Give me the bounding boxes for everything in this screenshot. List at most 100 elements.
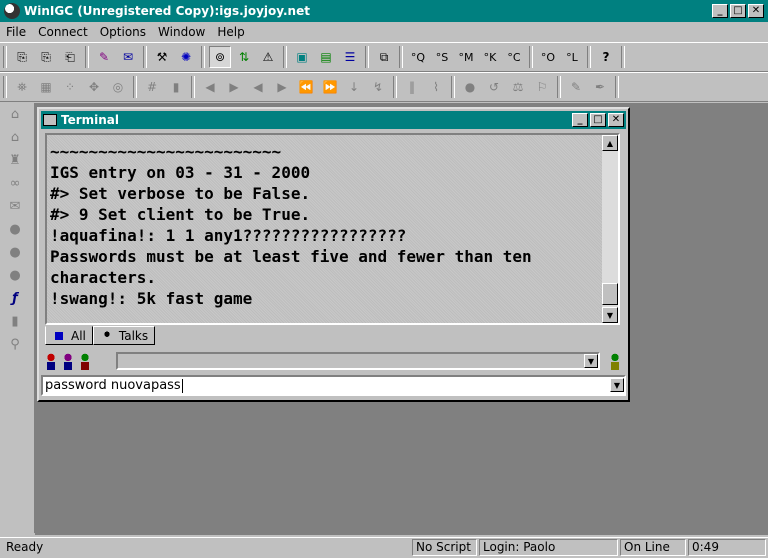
chat-button[interactable]: °C xyxy=(503,46,525,68)
menu-options[interactable]: Options xyxy=(94,25,152,39)
status-time: 0:49 xyxy=(688,539,766,556)
terminal-minimize-button[interactable]: _ xyxy=(572,113,588,127)
route-icon[interactable]: ⇅ xyxy=(233,46,255,68)
scroll-down-button[interactable]: ▼ xyxy=(602,307,618,323)
prev-icon[interactable]: ◀ xyxy=(199,76,221,98)
command-input[interactable]: password nuovapass xyxy=(45,378,183,393)
recipient-dropdown-arrow[interactable]: ▼ xyxy=(584,354,598,368)
bank-icon[interactable]: ⌂ xyxy=(0,126,30,149)
window-controls: _ □ ✕ xyxy=(712,4,764,18)
stone-light-icon[interactable]: ● xyxy=(0,264,30,287)
grid-icon[interactable]: ▦ xyxy=(35,76,57,98)
menu-file[interactable]: File xyxy=(0,25,32,39)
maximize-button[interactable]: □ xyxy=(730,4,746,18)
edit-icon[interactable]: ✎ xyxy=(565,76,587,98)
menu-connect[interactable]: Connect xyxy=(32,25,94,39)
query-button[interactable]: °Q xyxy=(407,46,429,68)
stats-button[interactable]: °S xyxy=(431,46,453,68)
terminal-window-icon[interactable]: ▣ xyxy=(291,46,313,68)
status-script: No Script xyxy=(412,539,477,556)
user-red-icon[interactable] xyxy=(44,352,58,370)
tab-all[interactable]: All xyxy=(45,326,93,345)
minimize-button[interactable]: _ xyxy=(712,4,728,18)
user-group-icon[interactable] xyxy=(78,352,92,370)
terminal-title: Terminal xyxy=(61,113,120,127)
goto-move-icon[interactable]: ↓ xyxy=(343,76,365,98)
help-button[interactable]: ? xyxy=(595,46,617,68)
terminal-line: characters. xyxy=(50,268,156,287)
stone-icon[interactable]: ● xyxy=(459,76,481,98)
match-button[interactable]: °M xyxy=(455,46,477,68)
left-toolbar: ⌂ ⌂ ♜ ∞ ✉ ● ● ● ƒ ▮ ⚲ xyxy=(0,103,35,533)
terminal-close-button[interactable]: ✕ xyxy=(608,113,624,127)
scroll-thumb[interactable] xyxy=(602,283,618,305)
toolbar-separator xyxy=(557,76,561,98)
text-cursor xyxy=(181,378,183,393)
binoculars-icon[interactable]: ∞ xyxy=(0,172,30,195)
cascade-icon[interactable]: ⧉ xyxy=(373,46,395,68)
stone-gray-icon[interactable]: ● xyxy=(0,241,30,264)
building-icon[interactable]: ⌂ xyxy=(0,103,30,126)
players-icon[interactable]: ⛯ xyxy=(11,76,33,98)
terminal-output[interactable]: ~~~~~~~~~~~~~~~~~~~~~~~~ IGS entry on 03… xyxy=(45,133,620,325)
connect-icon[interactable]: ⎘ xyxy=(11,46,33,68)
scroll-up-button[interactable]: ▲ xyxy=(602,135,618,151)
trophy-icon[interactable]: ♜ xyxy=(0,149,30,172)
terminal-icon xyxy=(43,114,57,126)
command-input-combo[interactable]: password nuovapass ▼ xyxy=(41,375,626,396)
adjourn-icon[interactable]: ⌇ xyxy=(425,76,447,98)
terminal-line: ~~~~~~~~~~~~~~~~~~~~~~~~ xyxy=(50,142,282,161)
undo-icon[interactable]: ↺ xyxy=(483,76,505,98)
vertical-scrollbar[interactable]: ▲ ▼ xyxy=(602,135,618,323)
kibitz-button[interactable]: °K xyxy=(479,46,501,68)
command-dropdown-arrow[interactable]: ▼ xyxy=(610,378,624,392)
disconnect-icon[interactable]: ⎗ xyxy=(59,46,81,68)
user-add-icon[interactable] xyxy=(608,352,622,370)
list-icon[interactable]: ☰ xyxy=(339,46,361,68)
pen-icon[interactable]: ✒ xyxy=(589,76,611,98)
block-icon[interactable]: ▮ xyxy=(165,76,187,98)
toolbar-separator xyxy=(587,46,591,68)
menu-help[interactable]: Help xyxy=(211,25,250,39)
pause-icon[interactable]: ‖ xyxy=(401,76,423,98)
tools-icon[interactable]: ✉ xyxy=(117,46,139,68)
terminal-maximize-button[interactable]: □ xyxy=(590,113,606,127)
close-button[interactable]: ✕ xyxy=(748,4,764,18)
macro-icon[interactable]: ✎ xyxy=(93,46,115,68)
goto-end-icon[interactable]: ↯ xyxy=(367,76,389,98)
notebook-icon[interactable]: ▮ xyxy=(0,310,30,333)
mail-icon[interactable]: ✉ xyxy=(0,195,30,218)
tab-talks[interactable]: Talks xyxy=(92,326,156,345)
function-icon[interactable]: ƒ xyxy=(0,287,30,310)
stones-icon[interactable]: ⁘ xyxy=(59,76,81,98)
look-button[interactable]: °L xyxy=(561,46,583,68)
cross-icon[interactable]: ✥ xyxy=(83,76,105,98)
connect-server-icon[interactable]: ⎘ xyxy=(35,46,57,68)
terminal-line: !swang!: 5k fast game xyxy=(50,289,253,308)
wrench-icon[interactable]: ⚒ xyxy=(151,46,173,68)
stone-black-icon[interactable]: ● xyxy=(0,218,30,241)
next-icon[interactable]: ▶ xyxy=(223,76,245,98)
menu-window[interactable]: Window xyxy=(152,25,211,39)
triangle-icon[interactable]: ⚠ xyxy=(257,46,279,68)
toolbar-separator xyxy=(529,46,533,68)
fast-forward-icon[interactable]: ⏩ xyxy=(319,76,341,98)
observe-button[interactable]: °O xyxy=(537,46,559,68)
user-selector-bar: ▼ xyxy=(41,349,626,373)
rewind-icon[interactable]: ⏪ xyxy=(295,76,317,98)
monitor-icon[interactable]: ▤ xyxy=(315,46,337,68)
mesh-icon[interactable]: # xyxy=(141,76,163,98)
toolbar-separator xyxy=(143,46,147,68)
resign-icon[interactable]: ⚐ xyxy=(531,76,553,98)
spark-icon[interactable]: ✺ xyxy=(175,46,197,68)
recipient-combo[interactable]: ▼ xyxy=(116,352,600,370)
user-blue-icon[interactable] xyxy=(61,352,75,370)
back-ten-icon[interactable]: ◀ xyxy=(247,76,269,98)
status-login: Login: Paolo xyxy=(479,539,618,556)
terminal-lines: ~~~~~~~~~~~~~~~~~~~~~~~~ IGS entry on 03… xyxy=(47,141,532,309)
score-icon[interactable]: ⚖ xyxy=(507,76,529,98)
person-icon[interactable]: ⚲ xyxy=(0,333,30,356)
target-icon[interactable]: ◎ xyxy=(107,76,129,98)
forward-ten-icon[interactable]: ▶ xyxy=(271,76,293,98)
broadcast-icon[interactable]: ⊚ xyxy=(209,46,231,68)
